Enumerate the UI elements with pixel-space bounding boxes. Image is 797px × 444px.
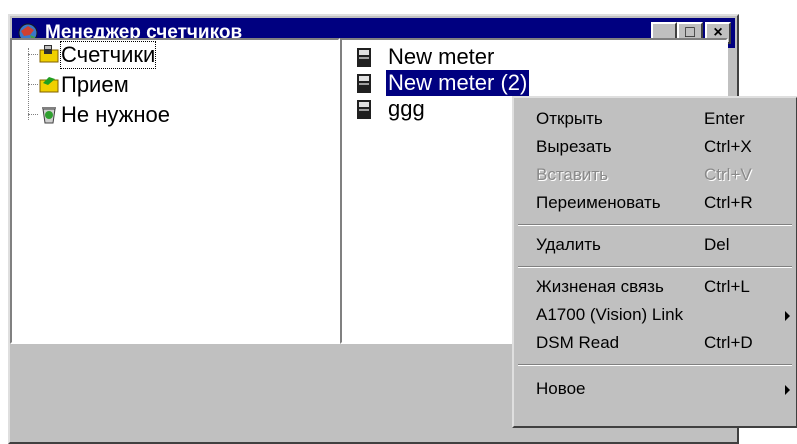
menu-item-open[interactable]: Открыть Enter <box>514 104 796 134</box>
menu-item-cut[interactable]: Вырезать Ctrl+X <box>514 132 796 162</box>
menu-item-delete[interactable]: Удалить Del <box>514 230 796 260</box>
meter-icon <box>357 100 371 119</box>
folder-tree[interactable]: Счетчики Прием Не нужное <box>10 38 340 344</box>
context-menu: Открыть Enter Вырезать Ctrl+X Вставить C… <box>512 96 797 428</box>
menu-item-new[interactable]: Новое <box>514 374 796 404</box>
menu-item-dsm-read[interactable]: DSM Read Ctrl+D <box>514 328 796 358</box>
tree-connector <box>28 54 38 55</box>
tree-connector <box>28 84 38 85</box>
menu-separator <box>518 224 792 226</box>
meters-folder-icon <box>39 45 59 63</box>
meter-icon <box>357 48 371 67</box>
menu-item-live-link[interactable]: Жизненая связь Ctrl+L <box>514 272 796 302</box>
menu-item-a1700-link[interactable]: A1700 (Vision) Link <box>514 300 796 330</box>
submenu-arrow-icon <box>785 311 790 321</box>
recycle-bin-icon <box>42 107 56 124</box>
menu-separator <box>518 266 792 268</box>
meter-icon <box>357 74 371 93</box>
menu-item-rename[interactable]: Переименовать Ctrl+R <box>514 188 796 218</box>
menu-separator <box>518 364 792 366</box>
tree-connector <box>28 114 38 115</box>
receive-folder-icon <box>39 77 59 93</box>
menu-item-paste: Вставить Ctrl+V <box>536 165 752 184</box>
submenu-arrow-icon <box>785 385 790 395</box>
